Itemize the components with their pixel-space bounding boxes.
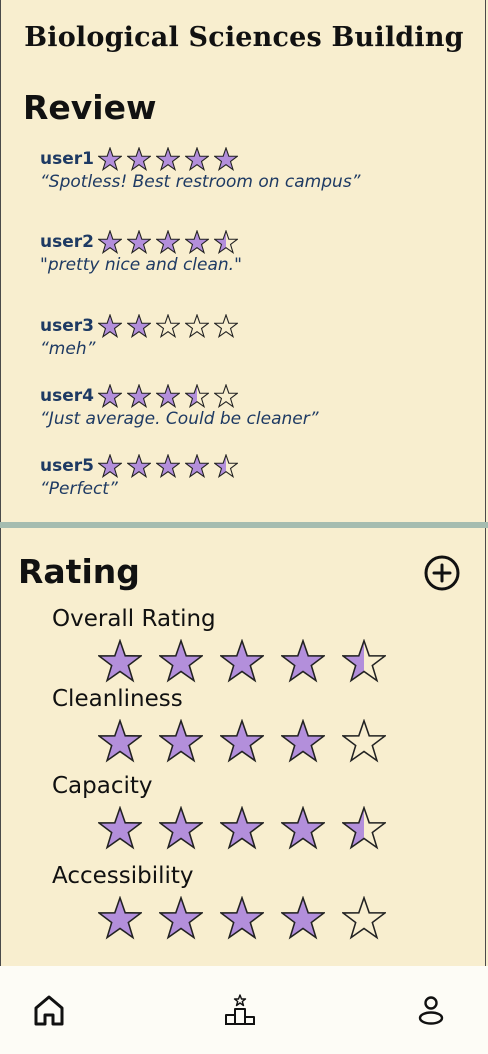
review-user: user2	[40, 232, 94, 252]
star-filled-icon	[154, 146, 181, 172]
star-empty-icon	[154, 313, 181, 339]
star-filled-icon	[183, 453, 210, 479]
star-empty-icon[interactable]	[340, 895, 388, 940]
star-filled-icon	[154, 383, 181, 409]
star-filled-icon[interactable]	[96, 895, 144, 940]
review-item: user2 "pretty nice and clean."	[40, 229, 242, 275]
star-filled-icon	[125, 383, 152, 409]
review-stars	[96, 146, 239, 172]
star-filled-icon	[96, 229, 123, 255]
star-filled-icon	[183, 229, 210, 255]
review-stars	[96, 383, 239, 409]
star-filled-icon[interactable]	[279, 638, 327, 683]
review-item: user3 “meh”	[40, 313, 239, 359]
star-filled-icon[interactable]	[279, 718, 327, 763]
page-title: Biological Sciences Building	[24, 22, 464, 53]
capacity-rating-stars[interactable]	[96, 805, 388, 850]
review-stars	[96, 229, 239, 255]
review-stars	[96, 313, 239, 339]
star-filled-icon[interactable]	[96, 638, 144, 683]
star-filled-icon[interactable]	[279, 805, 327, 850]
review-item: user5 “Perfect”	[40, 453, 239, 499]
star-half-icon[interactable]	[340, 638, 388, 683]
star-filled-icon[interactable]	[157, 638, 205, 683]
review-quote: “Just average. Could be cleaner”	[40, 409, 319, 429]
review-quote: “meh”	[40, 339, 96, 359]
nav-home-button[interactable]	[31, 992, 67, 1028]
accessibility-rating-stars[interactable]	[96, 895, 388, 940]
review-quote: “Perfect”	[40, 479, 118, 499]
review-heading: Review	[23, 88, 157, 127]
star-filled-icon	[154, 229, 181, 255]
category-label-overall: Overall Rating	[52, 606, 216, 632]
rating-heading: Rating	[18, 552, 140, 591]
star-filled-icon[interactable]	[218, 718, 266, 763]
review-user: user4	[40, 386, 94, 406]
review-user: user1	[40, 149, 94, 169]
category-label-cleanliness: Cleanliness	[52, 686, 183, 712]
leaderboard-icon	[225, 994, 255, 1025]
category-label-capacity: Capacity	[52, 773, 153, 799]
star-filled-icon	[183, 146, 210, 172]
star-filled-icon	[154, 453, 181, 479]
review-item: user4 “Just average. Could be cleaner”	[40, 383, 319, 429]
star-empty-icon[interactable]	[340, 718, 388, 763]
star-filled-icon[interactable]	[96, 805, 144, 850]
star-filled-icon[interactable]	[218, 638, 266, 683]
star-filled-icon	[125, 313, 152, 339]
review-quote: “Spotless! Best restroom on campus”	[40, 172, 361, 192]
star-filled-icon	[96, 313, 123, 339]
star-empty-icon	[183, 313, 210, 339]
cleanliness-rating-stars[interactable]	[96, 718, 388, 763]
star-half-icon	[212, 453, 239, 479]
star-empty-icon	[212, 383, 239, 409]
star-filled-icon	[96, 146, 123, 172]
overall-rating-stars[interactable]	[96, 638, 388, 683]
add-rating-button[interactable]	[422, 555, 462, 595]
category-label-accessibility: Accessibility	[52, 863, 194, 889]
star-half-icon[interactable]	[340, 805, 388, 850]
star-empty-icon	[212, 313, 239, 339]
star-filled-icon	[125, 229, 152, 255]
plus-circle-icon	[424, 555, 460, 591]
star-filled-icon	[125, 453, 152, 479]
star-filled-icon[interactable]	[96, 718, 144, 763]
star-filled-icon[interactable]	[157, 895, 205, 940]
star-filled-icon[interactable]	[218, 805, 266, 850]
profile-icon	[418, 996, 444, 1025]
star-filled-icon	[125, 146, 152, 172]
nav-leaderboard-button[interactable]	[222, 992, 258, 1028]
star-filled-icon[interactable]	[157, 805, 205, 850]
star-filled-icon	[96, 453, 123, 479]
star-filled-icon[interactable]	[157, 718, 205, 763]
star-half-icon	[212, 229, 239, 255]
star-half-icon	[183, 383, 210, 409]
review-quote: "pretty nice and clean."	[40, 255, 242, 275]
star-filled-icon	[212, 146, 239, 172]
review-item: user1 “Spotless! Best restroom on campus…	[40, 146, 361, 192]
review-stars	[96, 453, 239, 479]
nav-profile-button[interactable]	[413, 992, 449, 1028]
section-divider	[0, 522, 488, 528]
bottom-nav	[0, 966, 488, 1054]
review-user: user3	[40, 316, 94, 336]
star-filled-icon[interactable]	[279, 895, 327, 940]
star-filled-icon[interactable]	[218, 895, 266, 940]
star-filled-icon	[96, 383, 123, 409]
review-user: user5	[40, 456, 94, 476]
home-icon	[34, 995, 64, 1026]
